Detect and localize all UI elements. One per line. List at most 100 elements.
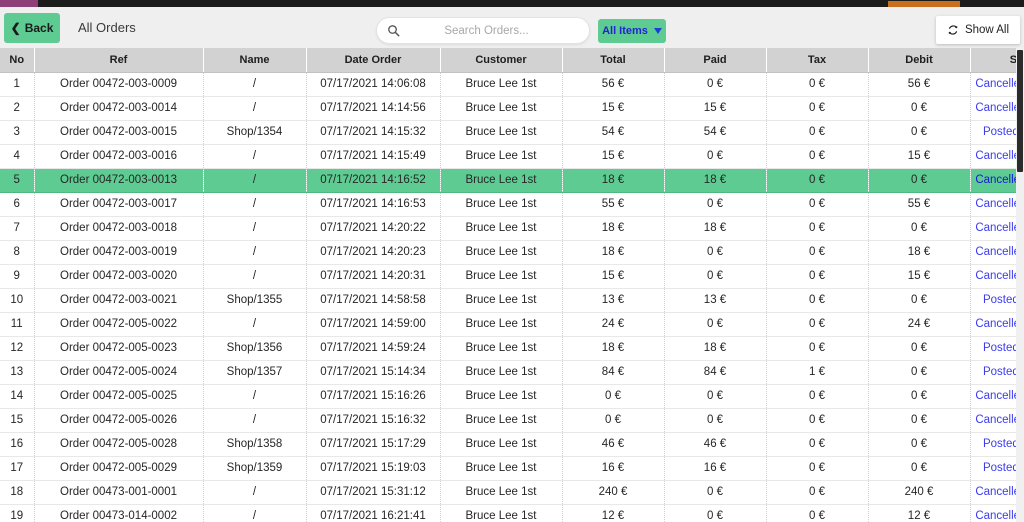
search-input[interactable] xyxy=(400,25,589,37)
vertical-scrollbar-track[interactable] xyxy=(1016,48,1024,522)
table-row[interactable]: 7Order 00472-003-0018/07/17/2021 14:20:2… xyxy=(0,216,1024,240)
cell-no: 1 xyxy=(0,72,34,96)
cell-paid: 46 € xyxy=(664,432,766,456)
cell-ref: Order 00472-003-0020 xyxy=(34,264,203,288)
table-row[interactable]: 12Order 00472-005-0023Shop/135607/17/202… xyxy=(0,336,1024,360)
cell-ref: Order 00473-014-0002 xyxy=(34,504,203,522)
cell-no: 4 xyxy=(0,144,34,168)
cell-no: 18 xyxy=(0,480,34,504)
table-row[interactable]: 14Order 00472-005-0025/07/17/2021 15:16:… xyxy=(0,384,1024,408)
cell-debit: 0 € xyxy=(868,96,970,120)
table-row[interactable]: 19Order 00473-014-0002/07/17/2021 16:21:… xyxy=(0,504,1024,522)
cell-date: 07/17/2021 15:16:26 xyxy=(306,384,440,408)
cell-total: 15 € xyxy=(562,264,664,288)
cell-debit: 15 € xyxy=(868,144,970,168)
table-row[interactable]: 16Order 00472-005-0028Shop/135807/17/202… xyxy=(0,432,1024,456)
search-box[interactable] xyxy=(376,17,590,44)
cell-total: 0 € xyxy=(562,384,664,408)
cell-tax: 0 € xyxy=(766,120,868,144)
cell-paid: 0 € xyxy=(664,384,766,408)
cell-name: Shop/1357 xyxy=(203,360,306,384)
cell-ref: Order 00472-003-0016 xyxy=(34,144,203,168)
cell-total: 18 € xyxy=(562,240,664,264)
cell-name: / xyxy=(203,240,306,264)
cell-ref: Order 00472-003-0014 xyxy=(34,96,203,120)
table-row[interactable]: 6Order 00472-003-0017/07/17/2021 14:16:5… xyxy=(0,192,1024,216)
cell-no: 3 xyxy=(0,120,34,144)
cell-debit: 240 € xyxy=(868,480,970,504)
cell-paid: 18 € xyxy=(664,336,766,360)
show-all-button[interactable]: Show All xyxy=(936,16,1020,44)
cell-customer: Bruce Lee 1st xyxy=(440,120,562,144)
search-icon xyxy=(387,24,400,37)
table-row[interactable]: 15Order 00472-005-0026/07/17/2021 15:16:… xyxy=(0,408,1024,432)
column-header-tax[interactable]: Tax xyxy=(766,48,868,72)
cell-ref: Order 00472-005-0029 xyxy=(34,456,203,480)
table-row[interactable]: 5Order 00472-003-0013/07/17/2021 14:16:5… xyxy=(0,168,1024,192)
cell-name: Shop/1354 xyxy=(203,120,306,144)
cell-debit: 0 € xyxy=(868,336,970,360)
cell-tax: 0 € xyxy=(766,480,868,504)
cell-ref: Order 00472-005-0022 xyxy=(34,312,203,336)
table-row[interactable]: 4Order 00472-003-0016/07/17/2021 14:15:4… xyxy=(0,144,1024,168)
cell-ref: Order 00472-005-0026 xyxy=(34,408,203,432)
cell-total: 0 € xyxy=(562,408,664,432)
cell-paid: 0 € xyxy=(664,408,766,432)
cell-debit: 0 € xyxy=(868,360,970,384)
cell-no: 8 xyxy=(0,240,34,264)
cell-tax: 0 € xyxy=(766,96,868,120)
vertical-scrollbar-thumb[interactable] xyxy=(1017,50,1023,172)
back-button[interactable]: ❮ Back xyxy=(4,13,60,43)
table-row[interactable]: 2Order 00472-003-0014/07/17/2021 14:14:5… xyxy=(0,96,1024,120)
cell-customer: Bruce Lee 1st xyxy=(440,240,562,264)
cell-customer: Bruce Lee 1st xyxy=(440,144,562,168)
table-row[interactable]: 11Order 00472-005-0022/07/17/2021 14:59:… xyxy=(0,312,1024,336)
cell-customer: Bruce Lee 1st xyxy=(440,96,562,120)
show-all-label: Show All xyxy=(965,24,1009,36)
cell-ref: Order 00472-003-0015 xyxy=(34,120,203,144)
cell-debit: 0 € xyxy=(868,432,970,456)
column-header-total[interactable]: Total xyxy=(562,48,664,72)
table-row[interactable]: 8Order 00472-003-0019/07/17/2021 14:20:2… xyxy=(0,240,1024,264)
cell-no: 16 xyxy=(0,432,34,456)
table-row[interactable]: 18Order 00473-001-0001/07/17/2021 15:31:… xyxy=(0,480,1024,504)
column-header-date[interactable]: Date Order xyxy=(306,48,440,72)
table-row[interactable]: 9Order 00472-003-0020/07/17/2021 14:20:3… xyxy=(0,264,1024,288)
cell-name: Shop/1358 xyxy=(203,432,306,456)
column-header-customer[interactable]: Customer xyxy=(440,48,562,72)
cell-tax: 0 € xyxy=(766,288,868,312)
cell-ref: Order 00472-005-0028 xyxy=(34,432,203,456)
cell-name: Shop/1359 xyxy=(203,456,306,480)
cell-name: / xyxy=(203,144,306,168)
cell-tax: 0 € xyxy=(766,192,868,216)
table-row[interactable]: 17Order 00472-005-0029Shop/135907/17/202… xyxy=(0,456,1024,480)
cell-tax: 0 € xyxy=(766,240,868,264)
column-header-ref[interactable]: Ref xyxy=(34,48,203,72)
table-row[interactable]: 1Order 00472-003-0009/07/17/2021 14:06:0… xyxy=(0,72,1024,96)
cell-total: 18 € xyxy=(562,216,664,240)
cell-date: 07/17/2021 14:20:22 xyxy=(306,216,440,240)
table-row[interactable]: 3Order 00472-003-0015Shop/135407/17/2021… xyxy=(0,120,1024,144)
cell-no: 11 xyxy=(0,312,34,336)
cell-customer: Bruce Lee 1st xyxy=(440,168,562,192)
cell-date: 07/17/2021 14:15:32 xyxy=(306,120,440,144)
column-header-paid[interactable]: Paid xyxy=(664,48,766,72)
cell-debit: 24 € xyxy=(868,312,970,336)
filter-dropdown-button[interactable]: All Items xyxy=(598,19,666,43)
column-header-name[interactable]: Name xyxy=(203,48,306,72)
table-header-row: No Ref Name Date Order Customer Total Pa… xyxy=(0,48,1024,72)
column-header-debit[interactable]: Debit xyxy=(868,48,970,72)
back-button-label: Back xyxy=(25,21,54,35)
table-row[interactable]: 10Order 00472-003-0021Shop/135507/17/202… xyxy=(0,288,1024,312)
cell-total: 13 € xyxy=(562,288,664,312)
cell-date: 07/17/2021 15:14:34 xyxy=(306,360,440,384)
cell-ref: Order 00472-005-0025 xyxy=(34,384,203,408)
cell-debit: 0 € xyxy=(868,384,970,408)
column-header-no[interactable]: No xyxy=(0,48,34,72)
table-row[interactable]: 13Order 00472-005-0024Shop/135707/17/202… xyxy=(0,360,1024,384)
cell-customer: Bruce Lee 1st xyxy=(440,264,562,288)
cell-customer: Bruce Lee 1st xyxy=(440,360,562,384)
cell-date: 07/17/2021 14:16:53 xyxy=(306,192,440,216)
orders-table-area: No Ref Name Date Order Customer Total Pa… xyxy=(0,48,1024,522)
cell-name: / xyxy=(203,168,306,192)
